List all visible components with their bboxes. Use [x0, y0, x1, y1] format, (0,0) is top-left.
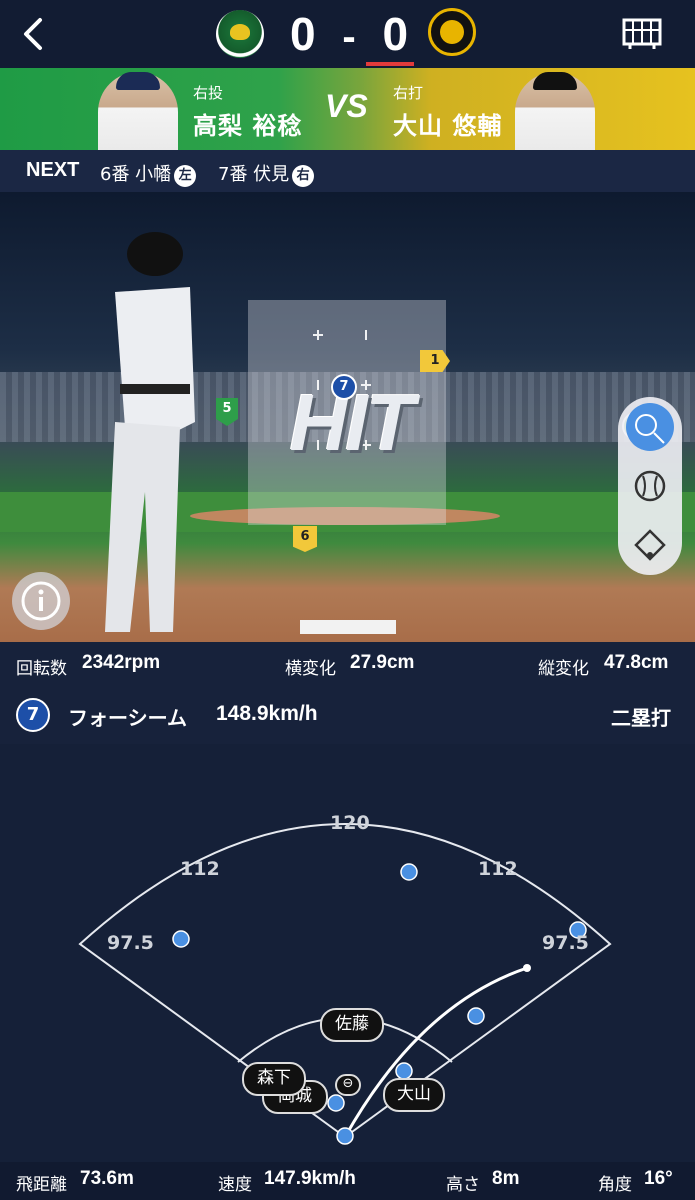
landing-point — [523, 964, 531, 972]
height-label: 高さ — [446, 1175, 480, 1195]
next-label: NEXT — [26, 159, 80, 181]
tiger-face-icon — [440, 20, 464, 44]
fielder-label: 森下 — [242, 1062, 306, 1096]
field-dot — [172, 930, 190, 948]
angle-label: 角度 — [598, 1175, 632, 1195]
chevron-left-icon — [24, 18, 42, 50]
scoreboard: 0 - 0 — [270, 4, 430, 64]
angle-value: 16° — [644, 1168, 673, 1189]
fielder-label: ⊖ — [335, 1074, 361, 1096]
pitch-scene: HIT 1 7 5 3 6 1 表 — [0, 192, 695, 642]
tigers-logo — [428, 8, 476, 56]
score-home: 0 — [382, 8, 411, 60]
spray-chart: 120 112 112 97.5 97.5 佐藤 岡城 森下 大山 ⊖ — [0, 744, 695, 1162]
distance-left: 97.5 — [107, 932, 154, 954]
next-batter-1-hand: 左 — [174, 165, 197, 187]
next-batters-bar: NEXT 6番 小幡左 7番 伏見右 — [0, 150, 695, 192]
next-batter-1-order: 6番 小幡 — [100, 164, 172, 185]
distance-left-center: 112 — [180, 858, 220, 880]
field-view-button[interactable] — [626, 521, 674, 569]
next-batter-2: 7番 伏見右 — [218, 160, 315, 187]
speed-label: 速度 — [218, 1175, 252, 1195]
home-plate — [300, 620, 396, 634]
info-icon — [21, 581, 61, 621]
speed-value: 147.9km/h — [264, 1168, 356, 1189]
hbreak-value: 27.9cm — [350, 652, 415, 673]
batted-ball-stats: 飛距離 73.6m 速度 147.9km/h 高さ 8m 角度 16° — [0, 1162, 695, 1200]
batter-cap — [533, 72, 577, 90]
height-value: 8m — [492, 1168, 520, 1189]
swallows-mascot-icon — [230, 24, 250, 40]
game-header: 0 - 0 — [0, 0, 695, 68]
pitch-info-row: 7 フォーシーム 148.9km/h 二塁打 — [0, 690, 695, 744]
home-score-underline — [366, 62, 414, 66]
distance-right: 97.5 — [542, 932, 589, 954]
vbreak-label: 縦変化 — [538, 659, 589, 679]
pitcher-cap — [116, 72, 160, 90]
batted-ball-trajectory — [343, 966, 528, 1138]
play-result: 二塁打 — [611, 706, 671, 730]
matchup-bar: 右投 高梨 裕稔 VS 右打 大山 悠輔 — [0, 68, 695, 150]
fielder-label: 大山 — [383, 1078, 445, 1112]
pitch-view-button[interactable] — [626, 403, 674, 451]
batter-silhouette — [105, 231, 256, 632]
score-separator: - — [342, 15, 358, 59]
diamond-icon — [634, 529, 666, 561]
next-batter-1: 6番 小幡左 — [100, 160, 197, 187]
spin-label: 回転数 — [16, 659, 67, 679]
home-plate-dot — [336, 1127, 354, 1145]
scoreboard-grid-button[interactable] — [622, 16, 662, 50]
field-dot — [327, 1094, 345, 1112]
field-dot — [395, 1062, 413, 1080]
batter-photo — [515, 72, 595, 150]
pitcher-name: 高梨 裕稔 — [193, 112, 303, 140]
grid-table-icon — [622, 18, 662, 49]
next-batter-2-hand: 右 — [292, 165, 315, 187]
fielder-label: 佐藤 — [320, 1008, 384, 1042]
baseball-icon — [634, 470, 666, 502]
distance-label: 飛距離 — [16, 1175, 67, 1195]
pitch-speed: 148.9km/h — [216, 702, 318, 725]
distance-right-center: 112 — [478, 858, 518, 880]
field-dot — [400, 863, 418, 881]
ball-view-button[interactable] — [626, 462, 674, 510]
next-batter-2-order: 7番 伏見 — [218, 164, 290, 185]
pitch-marker-6[interactable]: 6 — [293, 526, 317, 552]
batter-role: 右打 — [393, 84, 424, 102]
pitcher-photo — [98, 72, 178, 150]
view-switcher — [618, 397, 682, 575]
info-button[interactable] — [12, 572, 70, 630]
batter-name: 大山 悠輔 — [393, 112, 503, 140]
hbreak-label: 横変化 — [285, 659, 336, 679]
pitch-marker-7[interactable]: 7 — [331, 374, 357, 400]
score-away: 0 — [289, 8, 318, 60]
pitch-grid-icon — [635, 414, 665, 444]
pitch-stats-row: 回転数 2342rpm 横変化 27.9cm 縦変化 47.8cm — [0, 642, 695, 690]
pitch-type: フォーシーム — [68, 706, 187, 730]
field-dot — [467, 1007, 485, 1025]
swallows-logo — [216, 10, 264, 58]
distance-center: 120 — [330, 812, 370, 834]
field-diagram — [78, 823, 612, 1145]
vbreak-value: 47.8cm — [604, 652, 669, 673]
vs-label: VS — [325, 88, 368, 124]
spin-value: 2342rpm — [82, 652, 161, 673]
back-button[interactable] — [14, 14, 54, 54]
batter-figure — [85, 231, 256, 642]
pitcher-role: 右投 — [193, 84, 224, 102]
pitch-number-badge: 7 — [16, 698, 50, 732]
distance-value: 73.6m — [80, 1168, 134, 1189]
